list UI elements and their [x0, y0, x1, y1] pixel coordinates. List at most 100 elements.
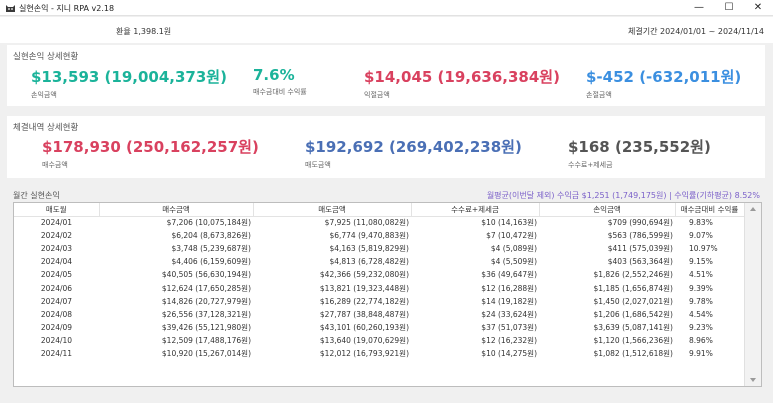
cell-fee: $10 (14,275원): [481, 348, 537, 358]
fee-value: $168 (235,552원): [568, 138, 711, 156]
cell-month: 2024/02: [40, 231, 73, 241]
minimize-button[interactable]: —: [684, 0, 714, 16]
monthly-summary: 월평균(이번달 제외) 수익금 $1,251 (1,749,175원) | 수익…: [486, 191, 760, 200]
execution-period: 체결기간 2024/01/01 ~ 2024/11/14: [628, 27, 764, 36]
cell-month: 2024/04: [40, 257, 73, 267]
gain-value: $14,045 (19,636,384원): [364, 68, 560, 86]
table-row[interactable]: 2024/04 $4,406 (6,159,609원) $4,813 (6,728,…: [14, 255, 744, 268]
cell-month: 2024/07: [40, 296, 73, 306]
cell-sell: $16,289 (22,774,182원): [319, 296, 409, 306]
table-header-row: 매도월 매수금액 매도금액 수수료+제세금 손익금액 매수금대비 수익률: [14, 203, 745, 217]
cell-return: 9.78%: [689, 296, 713, 306]
cell-sell: $12,012 (16,793,921원): [319, 348, 409, 358]
table-row[interactable]: 2024/02 $6,204 (8,673,826원) $6,774 (9,470,…: [14, 229, 744, 242]
loss-label: 손절금액: [586, 91, 612, 99]
cell-buy: $4,406 (6,159,609원): [171, 257, 251, 267]
return-rate-label: 매수금대비 수익률: [253, 88, 307, 96]
buy-metric: $178,930 (250,162,257원) 매수금액: [42, 136, 259, 170]
cell-month: 2024/06: [40, 283, 73, 293]
cell-profit: $1,206 (1,686,542원): [593, 309, 673, 319]
cell-profit: $563 (786,599원): [607, 231, 673, 241]
buy-value: $178,930 (250,162,257원): [42, 138, 259, 156]
table-row[interactable]: 2024/01 $7,206 (10,075,184원) $7,925 (11,08…: [14, 216, 744, 229]
cell-profit: $1,450 (2,027,021원): [593, 296, 673, 306]
cell-month: 2024/03: [40, 244, 73, 254]
execution-summary-title: 체결내역 상세현황: [13, 123, 79, 133]
cell-sell: $43,101 (60,260,193원): [319, 322, 409, 332]
buy-label: 매수금액: [42, 161, 68, 169]
close-button[interactable]: ✕: [743, 0, 773, 16]
cell-month: 2024/08: [40, 309, 73, 319]
cell-buy: $6,204 (8,673,826원): [171, 231, 251, 241]
profit-metric: $13,593 (19,004,373원) 손익금액: [31, 66, 227, 100]
cat-icon: [6, 5, 15, 12]
cell-buy: $10,920 (15,267,014원): [161, 348, 251, 358]
column-header-sell[interactable]: 매도금액: [253, 203, 412, 217]
profit-label: 손익금액: [31, 91, 57, 99]
cell-return: 4.51%: [689, 270, 713, 280]
sell-metric: $192,692 (269,402,238원) 매도금액: [305, 136, 522, 170]
table-row[interactable]: 2024/09 $39,426 (55,121,980원) $43,101 (60,…: [14, 321, 744, 334]
column-header-buy[interactable]: 매수금액: [99, 203, 254, 217]
cell-fee: $10 (14,163원): [481, 218, 537, 228]
scroll-up-icon[interactable]: [750, 207, 756, 211]
cell-profit: $1,185 (1,656,874원): [593, 283, 673, 293]
cell-fee: $37 (51,073원): [481, 322, 537, 332]
column-header-month[interactable]: 매도월: [14, 203, 100, 217]
cell-month: 2024/05: [40, 270, 73, 280]
cell-month: 2024/01: [40, 218, 73, 228]
cell-profit: $1,082 (1,512,618원): [593, 348, 673, 358]
cell-profit: $403 (563,364원): [607, 257, 673, 267]
cell-profit: $411 (575,039원): [607, 244, 673, 254]
cell-sell: $4,813 (6,728,482원): [329, 257, 409, 267]
cell-month: 2024/10: [40, 335, 73, 345]
cell-sell: $13,640 (19,070,629원): [319, 335, 409, 345]
cell-return: 9.15%: [689, 257, 713, 267]
cell-return: 9.23%: [689, 322, 713, 332]
cell-fee: $12 (16,288원): [481, 283, 537, 293]
cell-fee: $4 (5,089원): [490, 244, 537, 254]
cell-fee: $4 (5,509원): [490, 257, 537, 267]
table-row[interactable]: 2024/11 $10,920 (15,267,014원) $12,012 (16,…: [14, 347, 744, 360]
cell-buy: $12,509 (17,488,176원): [161, 335, 251, 345]
window-title: 실현손익 - 지니 RPA v2.18: [19, 4, 115, 13]
cell-profit: $709 (990,694원): [607, 218, 673, 228]
cell-month: 2024/11: [40, 348, 73, 358]
info-bar: 환율 1,398.1원 체결기간 2024/01/01 ~ 2024/11/14: [0, 17, 773, 43]
column-header-profit[interactable]: 손익금액: [539, 203, 676, 217]
realized-summary-title: 실현손익 상세현황: [13, 52, 79, 62]
cell-buy: $40,505 (56,630,194원): [161, 270, 251, 280]
loss-value: $-452 (-632,011원): [586, 68, 742, 86]
table-row[interactable]: 2024/07 $14,826 (20,727,979원) $16,289 (22,…: [14, 295, 744, 308]
cell-fee: $12 (16,232원): [481, 335, 537, 345]
cell-return: 4.54%: [689, 309, 713, 319]
table-row[interactable]: 2024/10 $12,509 (17,488,176원) $13,640 (19,…: [14, 334, 744, 347]
cell-profit: $1,826 (2,552,246원): [593, 270, 673, 280]
cell-fee: $14 (19,182원): [481, 296, 537, 306]
cell-sell: $6,774 (9,470,883원): [329, 231, 409, 241]
table-row[interactable]: 2024/06 $12,624 (17,650,285원) $13,821 (19,…: [14, 281, 744, 294]
vertical-scrollbar[interactable]: [744, 203, 761, 386]
fee-metric: $168 (235,552원) 수수료+제세금: [568, 136, 711, 170]
table-row[interactable]: 2024/05 $40,505 (56,630,194원) $42,366 (59,…: [14, 268, 744, 281]
cell-profit: $3,639 (5,087,141원): [593, 322, 673, 332]
cell-sell: $13,821 (19,323,448원): [319, 283, 409, 293]
monthly-table[interactable]: 매도월 매수금액 매도금액 수수료+제세금 손익금액 매수금대비 수익률 202…: [13, 202, 762, 387]
cell-return: 10.97%: [689, 244, 718, 254]
fee-label: 수수료+제세금: [568, 161, 613, 169]
column-header-fee[interactable]: 수수료+제세금: [411, 203, 540, 217]
cell-fee: $36 (49,647원): [481, 270, 537, 280]
cell-sell: $4,163 (5,819,829원): [329, 244, 409, 254]
cell-sell: $7,925 (11,080,082원): [324, 218, 409, 228]
maximize-button[interactable]: ☐: [714, 0, 744, 16]
cell-fee: $7 (10,472원): [486, 231, 537, 241]
table-row[interactable]: 2024/03 $3,748 (5,239,687원) $4,163 (5,819,…: [14, 242, 744, 255]
scroll-down-icon[interactable]: [750, 378, 756, 382]
loss-metric: $-452 (-632,011원) 손절금액: [586, 66, 741, 100]
cell-buy: $12,624 (17,650,285원): [161, 283, 251, 293]
cell-return: 9.07%: [689, 231, 713, 241]
column-header-return[interactable]: 매수금대비 수익률: [675, 203, 745, 217]
cell-buy: $26,556 (37,128,321원): [161, 309, 251, 319]
table-row[interactable]: 2024/08 $26,556 (37,128,321원) $27,787 (38,…: [14, 308, 744, 321]
cell-sell: $42,366 (59,232,080원): [319, 270, 409, 280]
